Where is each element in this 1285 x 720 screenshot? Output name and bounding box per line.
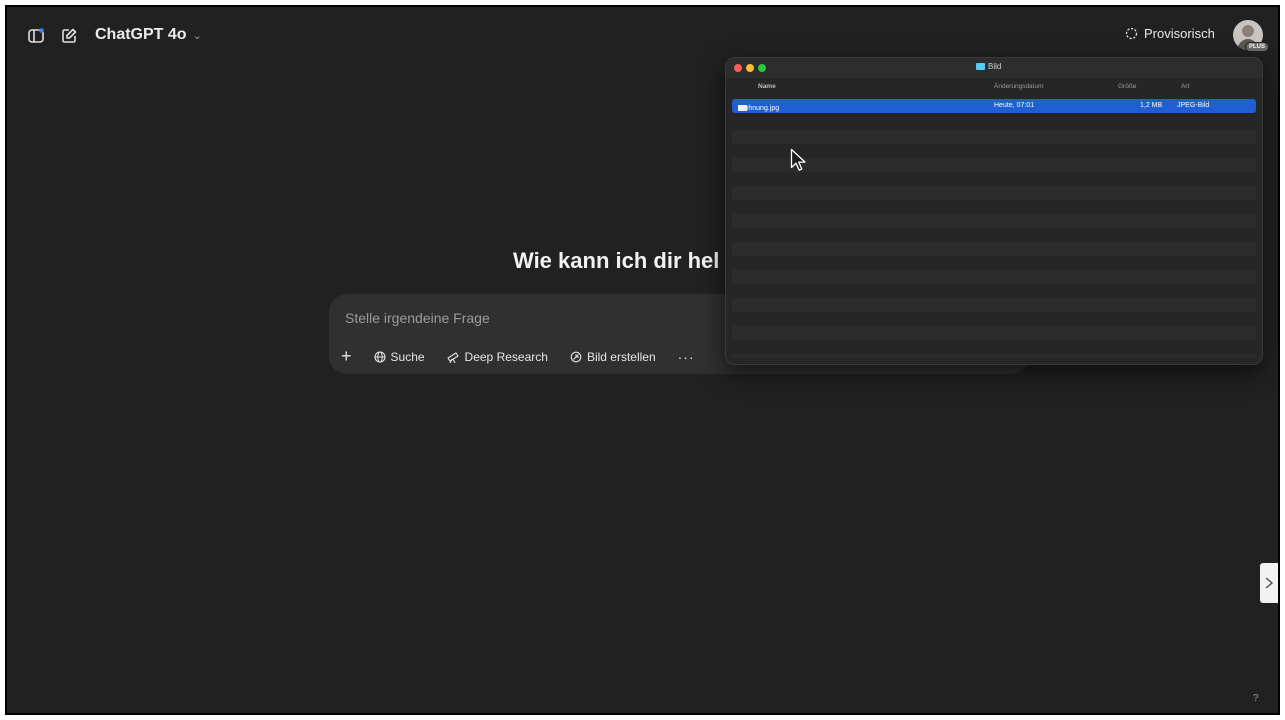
side-panel-toggle[interactable] — [1260, 563, 1278, 603]
telescope-icon — [446, 351, 459, 363]
create-image-button-label: Bild erstellen — [586, 349, 656, 364]
create-image-button[interactable]: Bild erstellen — [570, 350, 656, 364]
file-modified: Heute, 07:01 — [994, 102, 1035, 109]
temporary-chat-icon — [1125, 27, 1138, 40]
finder-window[interactable]: Bild Name Änderungsdatum Größe Art Wohnu… — [725, 57, 1263, 365]
search-button-label: Suche — [390, 349, 425, 364]
close-window-button[interactable] — [734, 64, 742, 72]
more-tools-button[interactable]: ··· — [678, 349, 695, 365]
chevron-down-icon: ⌄ — [192, 29, 202, 42]
new-chat-icon[interactable] — [58, 25, 80, 47]
help-icon[interactable]: ? — [1253, 693, 1259, 704]
prompt-input[interactable]: Stelle irgendeine Frage — [345, 310, 490, 326]
column-size[interactable]: Größe — [1118, 83, 1136, 90]
finder-title-label: Bild — [988, 62, 1002, 71]
page-title: Wie kann ich dir hel — [513, 248, 720, 273]
finder-column-headers: Name Änderungsdatum Größe Art — [726, 78, 1262, 95]
deep-research-button[interactable]: Deep Research — [446, 349, 548, 364]
column-name[interactable]: Name — [758, 83, 776, 90]
image-sparkle-icon — [570, 351, 582, 362]
side-panel-icon — [1265, 577, 1274, 589]
column-kind[interactable]: Art — [1181, 83, 1189, 90]
sidebar-toggle-icon[interactable] — [25, 25, 47, 47]
composer-toolbar: + Suche Deep Research Bild erstellen ··· — [341, 346, 695, 367]
finder-titlebar[interactable]: Bild — [726, 58, 1262, 78]
finder-file-list[interactable] — [732, 116, 1256, 358]
zoom-window-button[interactable] — [758, 64, 766, 72]
file-kind: JPEG-Bild — [1177, 102, 1210, 109]
file-size: 1,2 MB — [1140, 102, 1163, 109]
mouse-cursor-icon — [790, 148, 808, 177]
model-selector[interactable]: ChatGPT 4o ⌄ — [95, 26, 202, 44]
top-bar: ChatGPT 4o ⌄ Provisorisch PLUS — [7, 7, 1278, 63]
temporary-chat-button[interactable]: Provisorisch — [1125, 26, 1215, 41]
add-attachment-button[interactable]: + — [341, 346, 352, 367]
model-label: ChatGPT 4o — [95, 26, 187, 43]
search-button[interactable]: Suche — [373, 349, 425, 364]
finder-title: Bild — [976, 62, 1001, 71]
temporary-chat-label: Provisorisch — [1144, 26, 1215, 41]
deep-research-button-label: Deep Research — [464, 349, 548, 364]
globe-icon — [373, 350, 386, 363]
screen: ChatGPT 4o ⌄ Provisorisch PLUS Wie kann … — [5, 5, 1280, 715]
column-modified[interactable]: Änderungsdatum — [994, 83, 1044, 90]
plan-badge: PLUS — [1245, 42, 1270, 52]
minimize-window-button[interactable] — [746, 64, 754, 72]
folder-icon — [976, 63, 985, 70]
file-name: Wohnung.jpg — [738, 105, 780, 112]
file-row[interactable]: Wohnung.jpg Heute, 07:01 1,2 MB JPEG-Bil… — [732, 99, 1256, 113]
